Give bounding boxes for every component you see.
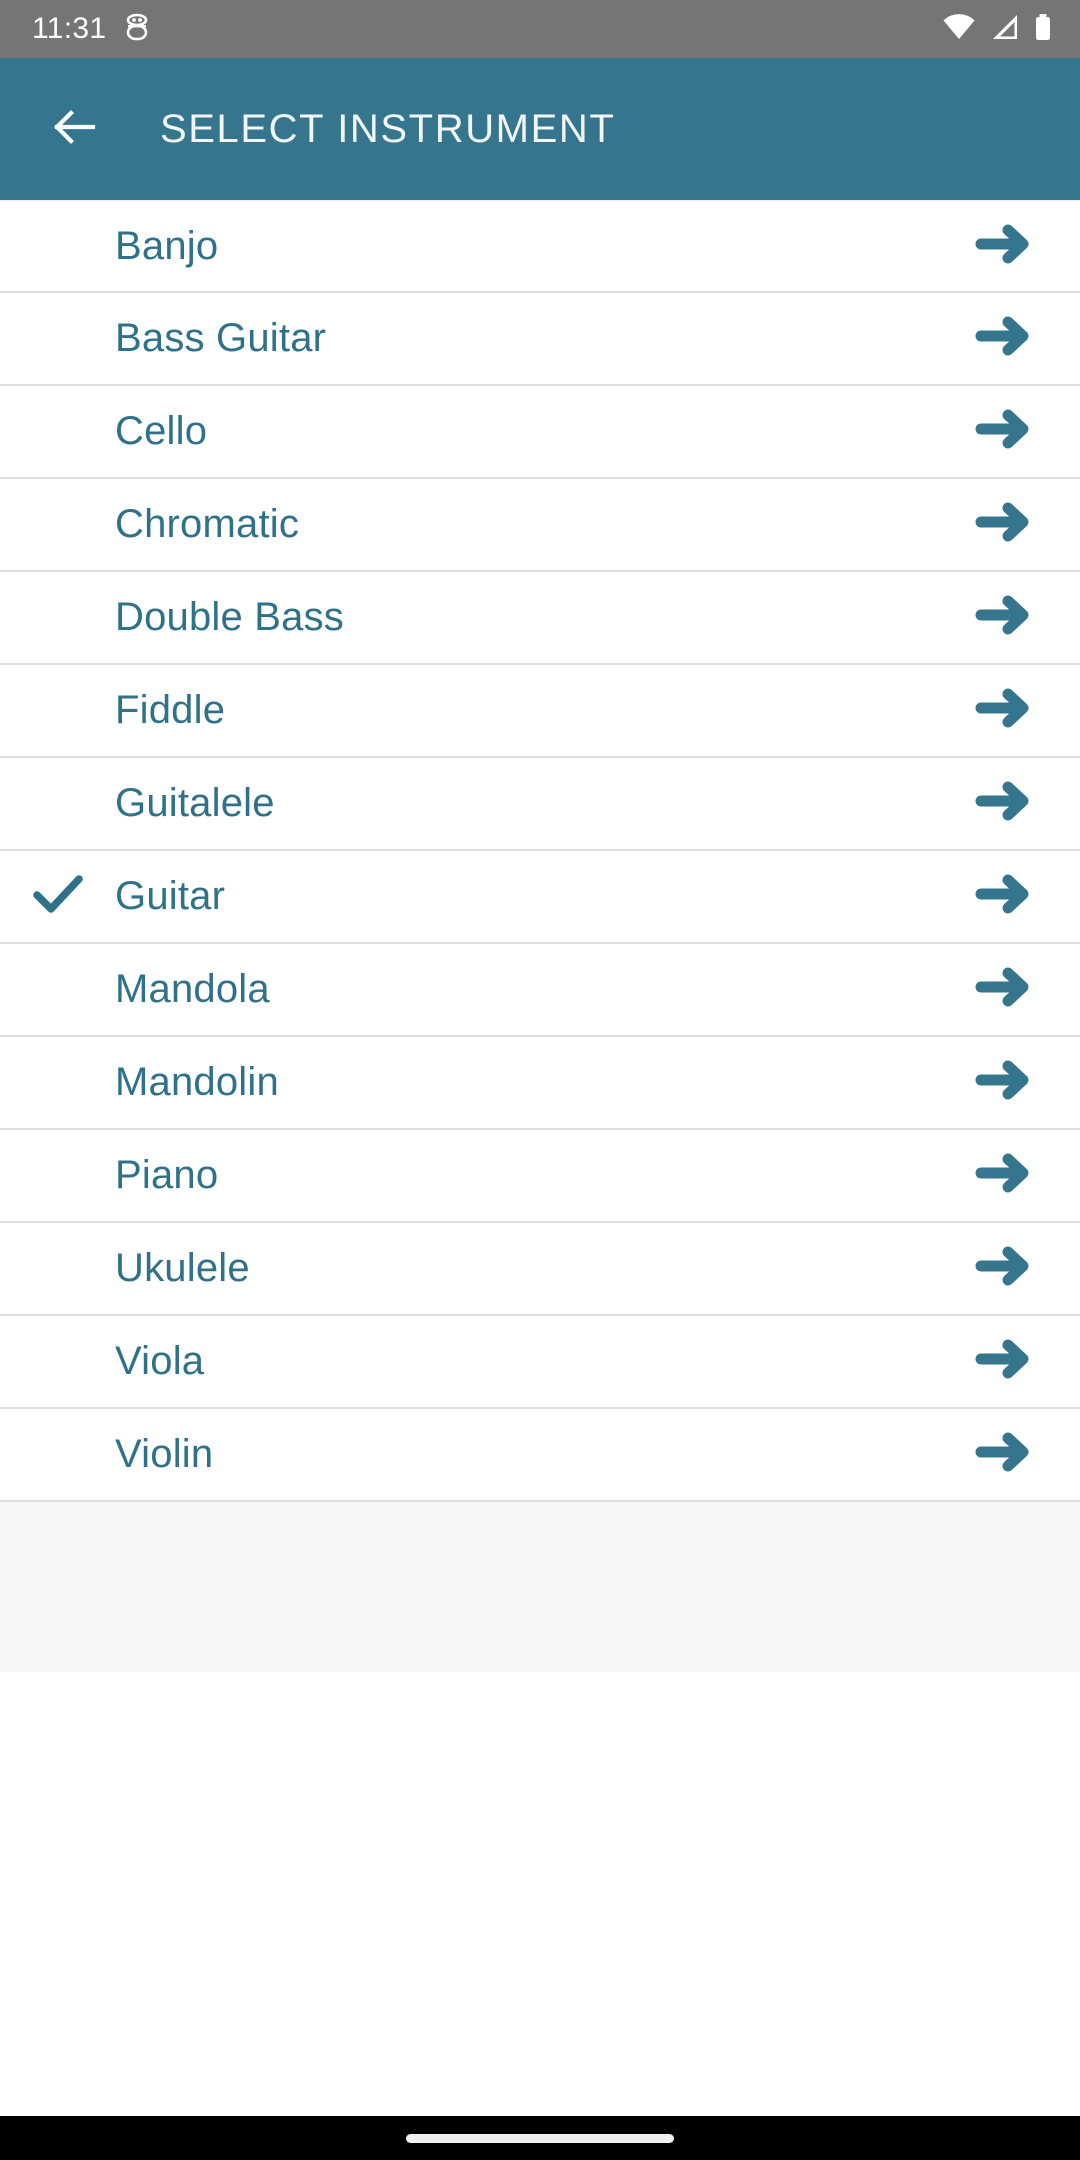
list-item[interactable]: Mandola (0, 944, 1080, 1037)
home-gesture-pill[interactable] (406, 2133, 674, 2143)
list-item-arrow-button[interactable] (932, 677, 1080, 744)
list-item-arrow-button[interactable] (932, 956, 1080, 1023)
list-item[interactable]: Banjo (0, 200, 1080, 293)
list-item[interactable]: Double Bass (0, 572, 1080, 665)
list-item-arrow-button[interactable] (932, 863, 1080, 930)
cellular-signal-icon (990, 13, 1020, 46)
arrow-left-icon (47, 100, 101, 159)
list-item-arrow-button[interactable] (932, 1142, 1080, 1209)
list-item-label: Viola (115, 1339, 205, 1383)
arrow-right-icon (975, 1142, 1037, 1209)
list-item-label: Ukulele (115, 1246, 250, 1290)
list-item-label: Bass Guitar (115, 316, 327, 360)
list-item[interactable]: Chromatic (0, 479, 1080, 572)
list-item-label: Cello (115, 409, 208, 453)
instrument-list: Banjo Bass Guitar Cello Chromatic Double Bas… (0, 200, 1080, 1502)
arrow-right-icon (975, 305, 1037, 372)
list-item-arrow-button[interactable] (932, 770, 1080, 837)
list-item[interactable]: Guitalele (0, 758, 1080, 851)
list-item-arrow-button[interactable] (932, 1049, 1080, 1116)
list-item[interactable]: Viola (0, 1316, 1080, 1409)
status-bar-left: 11:31 (32, 12, 150, 46)
list-item[interactable]: Guitar (0, 851, 1080, 944)
list-item[interactable]: Violin (0, 1409, 1080, 1502)
list-item[interactable]: Piano (0, 1130, 1080, 1223)
status-bar: 11:31 (0, 0, 1080, 58)
list-item-arrow-button[interactable] (932, 305, 1080, 372)
list-item[interactable]: Fiddle (0, 665, 1080, 758)
arrow-right-icon (975, 398, 1037, 465)
arrow-right-icon (975, 770, 1037, 837)
check-icon (29, 865, 87, 928)
list-item-label: Piano (115, 1153, 219, 1197)
list-item-label: Violin (115, 1432, 214, 1476)
list-item-arrow-button[interactable] (932, 1328, 1080, 1395)
list-item[interactable]: Ukulele (0, 1223, 1080, 1316)
arrow-right-icon (975, 677, 1037, 744)
arrow-right-icon (975, 1235, 1037, 1302)
arrow-right-icon (975, 863, 1037, 930)
list-item-label: Chromatic (115, 502, 300, 546)
arrow-right-icon (975, 584, 1037, 651)
list-item-arrow-button[interactable] (932, 213, 1080, 280)
arrow-right-icon (975, 956, 1037, 1023)
list-item-label: Mandola (115, 967, 270, 1011)
app-bar: SELECT INSTRUMENT (0, 58, 1080, 200)
list-item[interactable]: Mandolin (0, 1037, 1080, 1130)
list-footer-space (0, 1502, 1080, 1672)
status-bar-clock: 11:31 (32, 12, 107, 45)
phone-screen: 11:31 SELECT INSTRUMENT Banjo Bass Guita… (0, 0, 1080, 2160)
page-title: SELECT INSTRUMENT (160, 106, 616, 151)
list-item-label: Guitalele (115, 781, 275, 825)
list-item-label: Banjo (115, 223, 219, 268)
battery-icon (1034, 13, 1052, 46)
wifi-icon (942, 13, 976, 46)
list-item-arrow-button[interactable] (932, 491, 1080, 558)
list-item[interactable]: Bass Guitar (0, 293, 1080, 386)
list-item-arrow-button[interactable] (932, 398, 1080, 465)
arrow-right-icon (975, 1049, 1037, 1116)
back-button[interactable] (36, 91, 112, 167)
arrow-right-icon (975, 1421, 1037, 1488)
arrow-right-icon (975, 213, 1037, 280)
list-item-label: Mandolin (115, 1060, 279, 1104)
android-debug-icon (124, 13, 150, 46)
status-bar-right (942, 13, 1052, 46)
arrow-right-icon (975, 1328, 1037, 1395)
system-navigation-bar (0, 2116, 1080, 2160)
list-item-label: Double Bass (115, 595, 344, 639)
list-item-label: Fiddle (115, 688, 226, 732)
list-item-arrow-button[interactable] (932, 1235, 1080, 1302)
list-item-arrow-button[interactable] (932, 584, 1080, 651)
list-item[interactable]: Cello (0, 386, 1080, 479)
arrow-right-icon (975, 491, 1037, 558)
list-item-label: Guitar (115, 874, 226, 918)
selection-indicator (0, 865, 115, 928)
list-item-arrow-button[interactable] (932, 1421, 1080, 1488)
